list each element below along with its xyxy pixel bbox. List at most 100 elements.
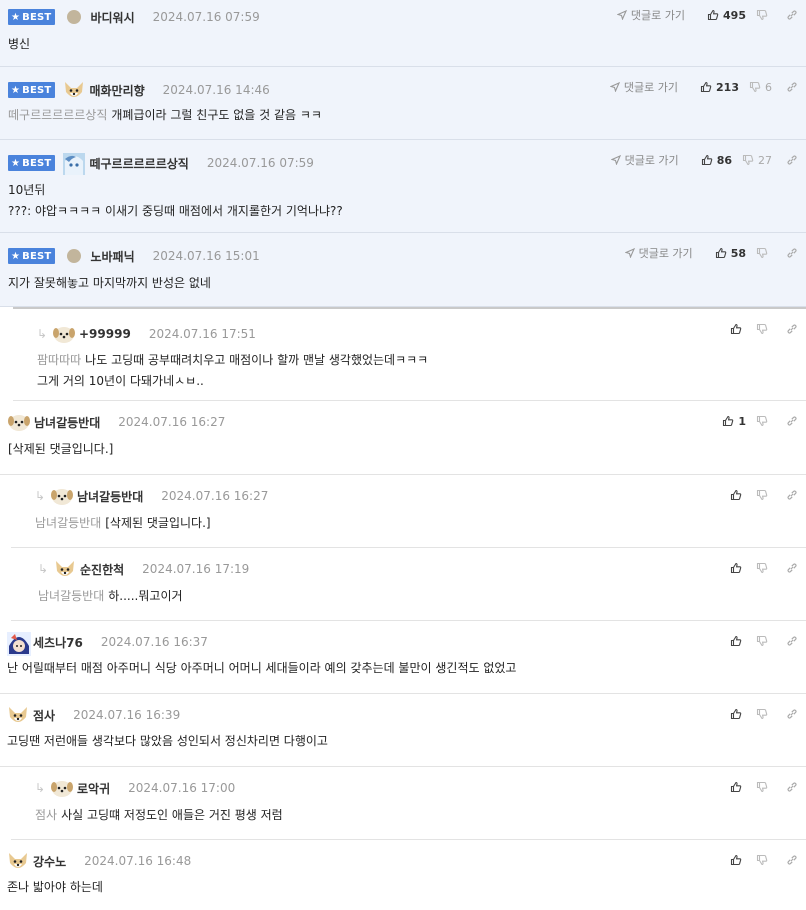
goto-reply-link[interactable]: 댓글로 가기 xyxy=(616,7,685,23)
goto-reply-link[interactable]: 댓글로 가기 xyxy=(609,79,678,95)
like-button[interactable] xyxy=(730,323,746,335)
goto-reply-link[interactable]: 댓글로 가기 xyxy=(610,152,679,168)
dislike-button[interactable] xyxy=(756,562,772,574)
nickname[interactable]: +99999 xyxy=(79,327,131,341)
comment-text: 고딩땐 저런애들 생각보다 많았음 성인되서 정신차리면 다행이고 xyxy=(7,734,328,748)
comment: 남녀갈등반대 2024.07.16 16:27 [삭제된 댓글입니다.] 1 xyxy=(0,401,806,475)
link-icon xyxy=(787,782,797,792)
like-button[interactable]: 213 xyxy=(700,81,739,94)
share-link-button[interactable] xyxy=(786,415,798,427)
like-button[interactable]: 58 xyxy=(715,247,746,260)
dislike-button[interactable] xyxy=(756,415,772,427)
avatar xyxy=(54,559,74,579)
dislike-button[interactable] xyxy=(756,323,772,335)
like-button[interactable] xyxy=(730,562,746,574)
share-link-button[interactable] xyxy=(786,854,798,866)
goto-reply-link[interactable]: 댓글로 가기 xyxy=(624,245,693,261)
avatar xyxy=(7,851,27,871)
share-link-button[interactable] xyxy=(786,708,798,720)
share-link-button[interactable] xyxy=(786,81,798,93)
comment-date: 2024.07.16 15:01 xyxy=(152,249,260,263)
thumbs-down-icon xyxy=(756,781,768,793)
nickname[interactable]: 떼구르르르르르상직 xyxy=(89,155,188,172)
share-link-button[interactable] xyxy=(786,9,798,21)
comment-date: 2024.07.16 17:51 xyxy=(148,327,256,341)
thumbs-up-icon xyxy=(730,323,742,335)
dislike-button[interactable]: 6 xyxy=(749,81,772,94)
avatar xyxy=(7,705,27,725)
reply-arrow-icon: ↳ xyxy=(37,327,48,341)
comment-date: 2024.07.16 17:00 xyxy=(128,781,236,795)
share-link-button[interactable] xyxy=(786,247,798,259)
dog-avatar-icon xyxy=(9,853,27,868)
like-count: 86 xyxy=(716,153,732,167)
nickname[interactable]: 노바패닉 xyxy=(90,248,134,265)
best-badge: ★ BEST xyxy=(8,155,56,171)
dislike-button[interactable] xyxy=(756,9,772,21)
share-link-button[interactable] xyxy=(786,154,798,166)
nickname[interactable]: 남녀갈등반대 xyxy=(34,414,100,431)
comment-date: 2024.07.16 17:19 xyxy=(142,562,250,576)
link-icon xyxy=(787,248,797,258)
mention[interactable]: 팜따따따 xyxy=(37,353,81,367)
nickname[interactable]: 남녀갈등반대 xyxy=(77,488,143,505)
share-link-button[interactable] xyxy=(786,562,798,574)
thumbs-up-icon xyxy=(730,708,742,720)
avatar xyxy=(8,412,30,432)
share-link-button[interactable] xyxy=(786,635,798,647)
comment-date: 2024.07.16 16:27 xyxy=(161,489,269,503)
dislike-count: 27 xyxy=(758,153,772,167)
share-link-button[interactable] xyxy=(786,323,798,335)
dog-avatar-icon xyxy=(9,707,27,722)
comment-date: 2024.07.16 14:46 xyxy=(162,83,270,97)
link-icon xyxy=(787,855,797,865)
dislike-button[interactable]: 27 xyxy=(742,154,772,167)
like-button[interactable] xyxy=(730,781,746,793)
comment-text: 개폐급이라 그럴 친구도 없을 것 같음 ㅋㅋ xyxy=(111,108,322,122)
dislike-button[interactable] xyxy=(756,708,772,720)
puppy-avatar-icon xyxy=(53,327,75,343)
reply-comment: ↳ +99999 2024.07.16 17:51 팜따따따 나도 고딩때 공부때… xyxy=(13,307,806,401)
nickname[interactable]: 순진한척 xyxy=(80,561,124,578)
like-button[interactable] xyxy=(730,854,746,866)
share-link-button[interactable] xyxy=(786,781,798,793)
comment-text: 그게 거의 10년이 다돼가네ㅅㅂ.. xyxy=(37,374,204,388)
mention[interactable]: 떼구르르르르르상직 xyxy=(8,108,107,122)
send-icon xyxy=(616,10,627,20)
like-button[interactable] xyxy=(730,635,746,647)
like-button[interactable] xyxy=(730,489,746,501)
mention[interactable]: 남녀갈등반대 xyxy=(35,516,101,530)
avatar xyxy=(67,10,82,24)
avatar xyxy=(51,486,73,506)
best-comment: ★ BEST 매화만리향 2024.07.16 14:46 떼구르르르르르상직 개폐… xyxy=(0,67,806,140)
like-button[interactable]: 86 xyxy=(701,154,732,167)
dislike-button[interactable] xyxy=(756,247,772,259)
nickname[interactable]: 강수노 xyxy=(33,853,66,870)
nickname[interactable]: 로악귀 xyxy=(77,780,110,797)
dislike-button[interactable] xyxy=(756,854,772,866)
dislike-button[interactable] xyxy=(756,489,772,501)
like-button[interactable]: 1 xyxy=(722,415,746,428)
puppy-avatar-icon xyxy=(51,781,73,797)
avatar xyxy=(63,153,86,175)
nickname[interactable]: 점사 xyxy=(33,707,55,724)
send-icon xyxy=(610,155,621,165)
like-button[interactable] xyxy=(730,708,746,720)
thumbs-up-icon xyxy=(701,154,712,166)
thumbs-down-icon xyxy=(756,562,768,574)
mention[interactable]: 점사 xyxy=(35,808,57,822)
dislike-button[interactable] xyxy=(756,781,772,793)
mention[interactable]: 남녀갈등반대 xyxy=(38,589,104,603)
nickname[interactable]: 매화만리향 xyxy=(89,82,144,99)
dislike-button[interactable] xyxy=(756,635,772,647)
nickname[interactable]: 세츠나76 xyxy=(33,634,83,651)
thumbs-up-icon xyxy=(700,81,712,93)
like-button[interactable]: 495 xyxy=(707,9,746,22)
nickname[interactable]: 바디워시 xyxy=(90,9,134,26)
comment-date: 2024.07.16 07:59 xyxy=(206,156,314,170)
avatar xyxy=(7,632,31,656)
comment-text: [삭제된 댓글입니다.] xyxy=(105,516,211,530)
thumbs-up-icon xyxy=(730,489,742,501)
dog-avatar-icon xyxy=(65,82,84,97)
share-link-button[interactable] xyxy=(786,489,798,501)
